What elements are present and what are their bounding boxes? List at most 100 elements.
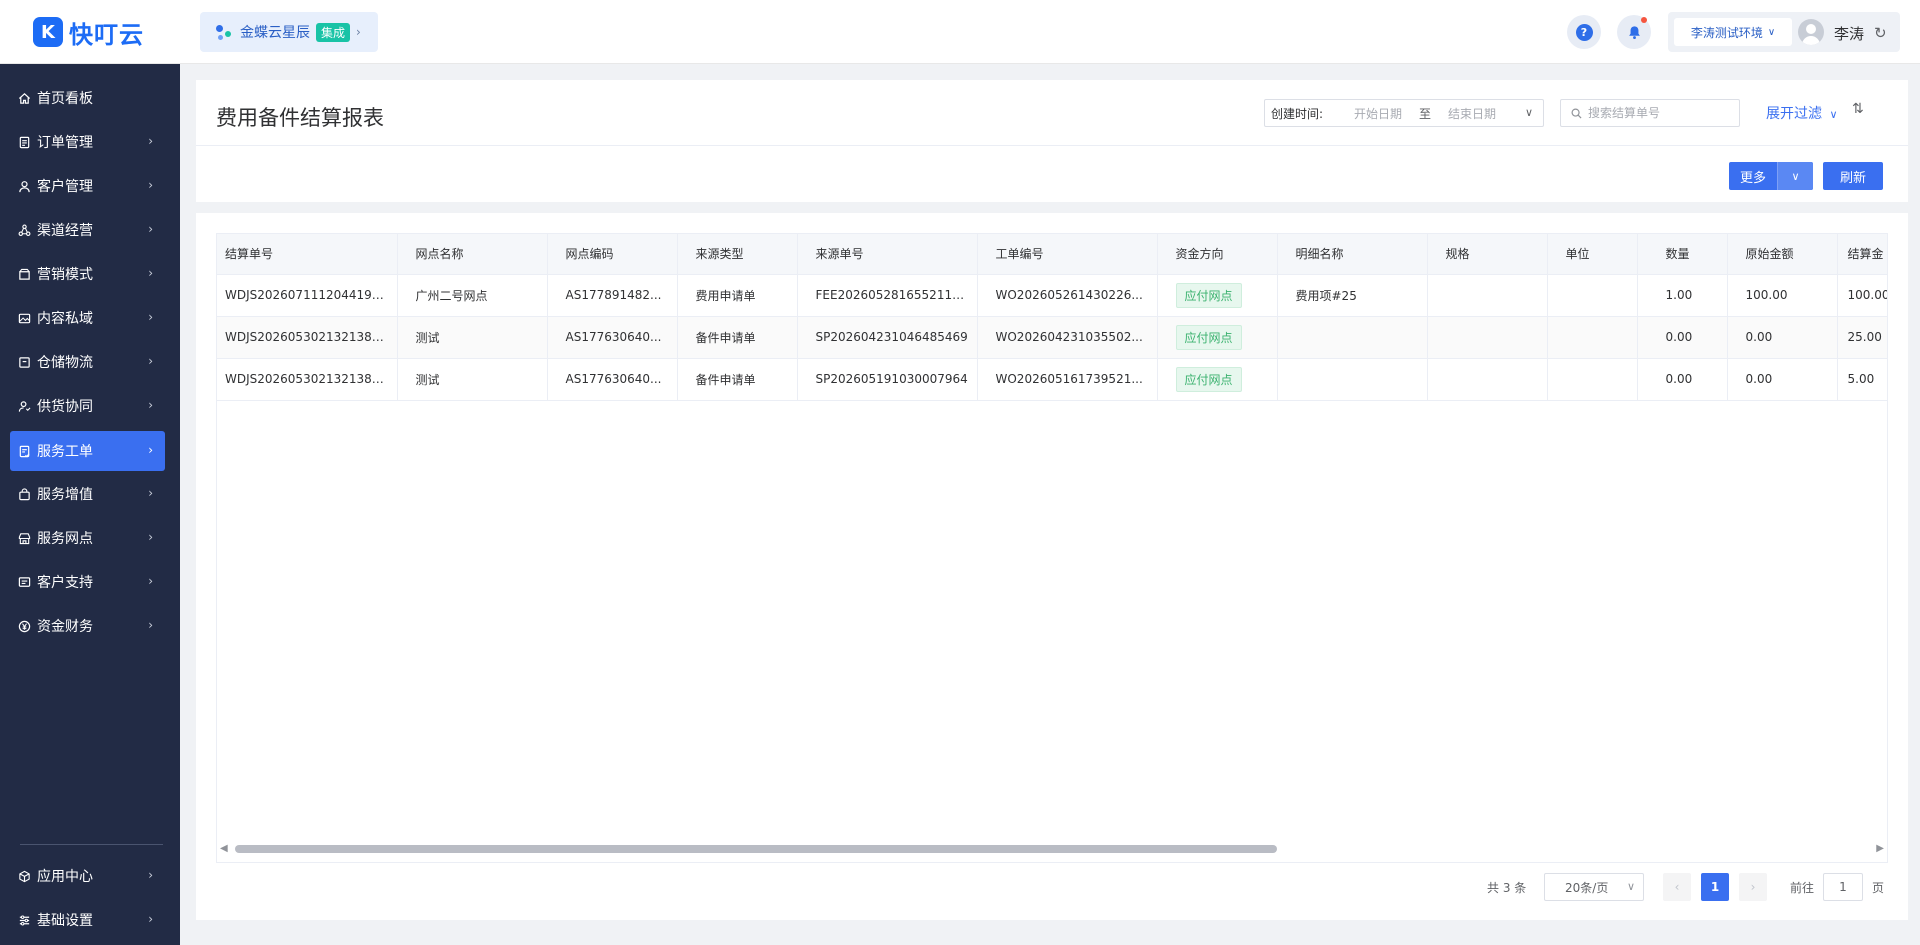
column-header[interactable]: 网点名称	[397, 234, 548, 275]
chevron-right-icon: ›	[148, 354, 153, 368]
column-header[interactable]: 工单编号	[977, 234, 1158, 275]
reload-icon[interactable]: ↻	[1874, 24, 1887, 42]
column-header[interactable]: 来源单号	[797, 234, 978, 275]
table-cell: 费用申请单	[677, 274, 798, 317]
chevron-right-icon: ›	[148, 912, 153, 926]
table-row[interactable]: WDJS202607111204419567 广州二号网点 AS17789148…	[217, 274, 1887, 317]
sidebar-item-label: 营销模式	[37, 267, 93, 283]
table-row[interactable]: WDJS202605302132138628 测试 AS177630640...…	[217, 358, 1887, 401]
refresh-button[interactable]: 刷新	[1823, 162, 1883, 190]
column-header[interactable]: 单位	[1547, 234, 1638, 275]
column-header[interactable]: 原始金额	[1727, 234, 1838, 275]
expand-filter-button[interactable]: 展开过滤 ∨	[1766, 103, 1838, 123]
column-header[interactable]: 来源类型	[677, 234, 798, 275]
kingdee-icon	[214, 22, 234, 42]
marketing-icon	[17, 267, 31, 281]
chevron-right-icon: ›	[148, 530, 153, 544]
bag-icon	[17, 487, 31, 501]
table-cell	[1547, 274, 1638, 317]
table-cell: WO202605161739521...	[977, 358, 1158, 401]
notification-button[interactable]	[1617, 15, 1651, 49]
table-cell: 25.00	[1837, 316, 1887, 359]
end-date-input[interactable]: 结束日期	[1437, 105, 1507, 122]
sidebar-item-content[interactable]: 内容私域 ›	[10, 298, 165, 338]
table-cell: AS177891482...	[547, 274, 678, 317]
page-header-card: 费用备件结算报表 创建时间: 开始日期 至 结束日期 ∨ 展开过滤 ∨ ⇅ 更多…	[196, 80, 1908, 202]
sort-icon[interactable]: ⇅	[1852, 101, 1864, 117]
sidebar-item-label: 基础设置	[37, 913, 93, 929]
warehouse-icon	[17, 355, 31, 369]
sidebar-item-value-added[interactable]: 服务增值 ›	[10, 474, 165, 514]
chevron-down-icon: ∨	[1626, 880, 1635, 893]
sidebar-item-label: 应用中心	[37, 869, 93, 885]
next-page-button[interactable]: ›	[1739, 873, 1767, 901]
sidebar-item-service-points[interactable]: 服务网点 ›	[10, 518, 165, 558]
chevron-right-icon: ›	[148, 134, 153, 148]
user-area: 李涛测试环境 ∨ 李涛 ↻	[1668, 12, 1900, 52]
sidebar-item-orders[interactable]: 订单管理 ›	[10, 122, 165, 162]
page-size-select[interactable]: 20条/页 ∨	[1544, 873, 1644, 901]
sidebar-item-customers[interactable]: 客户管理 ›	[10, 166, 165, 206]
sidebar-item-app-center[interactable]: 应用中心 ›	[10, 856, 165, 896]
avatar[interactable]	[1798, 19, 1824, 45]
search-input[interactable]	[1588, 106, 1728, 120]
search-box[interactable]	[1560, 99, 1740, 127]
table-cell: 0.00	[1637, 358, 1728, 401]
environment-label: 李涛测试环境	[1690, 25, 1763, 40]
column-header[interactable]: 数量	[1637, 234, 1728, 275]
sidebar-item-service-tickets[interactable]: 服务工单 ›	[10, 431, 165, 471]
more-button[interactable]: 更多 ∨	[1729, 162, 1813, 190]
environment-select[interactable]: 李涛测试环境 ∨	[1674, 18, 1792, 46]
page-number-current[interactable]: 1	[1701, 873, 1729, 901]
table-cell: 应付网点	[1157, 316, 1278, 359]
table-header-row: 结算单号 网点名称 网点编码 来源类型 来源单号 工单编号 资金方向 明细名称 …	[217, 234, 1887, 275]
column-header[interactable]: 资金方向	[1157, 234, 1278, 275]
sidebar-item-label: 服务工单	[37, 444, 93, 460]
goto-page-input[interactable]	[1823, 873, 1863, 901]
sidebar-item-channels[interactable]: 渠道经营 ›	[10, 210, 165, 250]
created-date-range[interactable]: 创建时间: 开始日期 至 结束日期 ∨	[1264, 99, 1544, 127]
table-cell: 费用项#25	[1277, 274, 1428, 317]
column-header[interactable]: 结算金	[1837, 234, 1887, 275]
prev-page-button[interactable]: ‹	[1663, 873, 1691, 901]
chevron-down-icon: ∨	[1829, 108, 1838, 121]
sidebar-item-finance[interactable]: 资金财务 ›	[10, 606, 165, 646]
sidebar-item-marketing[interactable]: 营销模式 ›	[10, 254, 165, 294]
table-card: 结算单号 网点名称 网点编码 来源类型 来源单号 工单编号 资金方向 明细名称 …	[196, 213, 1908, 920]
channel-icon	[17, 223, 31, 237]
column-header[interactable]: 明细名称	[1277, 234, 1428, 275]
horizontal-scrollbar[interactable]: ◀ ▶	[216, 842, 1888, 856]
sidebar-item-basic-settings[interactable]: 基础设置 ›	[10, 900, 165, 940]
page-title: 费用备件结算报表	[216, 106, 384, 130]
search-icon	[1571, 108, 1582, 119]
sidebar-item-supply[interactable]: 供货协同 ›	[10, 386, 165, 426]
integration-name: 金蝶云星辰	[240, 25, 310, 41]
table-row[interactable]: WDJS202605302132138628 测试 AS177630640...…	[217, 316, 1887, 359]
sidebar-item-label: 首页看板	[37, 91, 93, 107]
table-cell	[1427, 316, 1548, 359]
column-header[interactable]: 结算单号	[217, 234, 398, 275]
logo-mark-icon: K	[33, 17, 63, 47]
chevron-down-icon[interactable]: ∨	[1777, 162, 1813, 190]
sidebar-item-warehouse[interactable]: 仓储物流 ›	[10, 342, 165, 382]
table-cell: 备件申请单	[677, 358, 798, 401]
username: 李涛	[1834, 25, 1865, 43]
logo[interactable]: K 快叮云	[33, 16, 144, 49]
top-header: K 快叮云 金蝶云星辰 集成 › ? 李涛测试环境 ∨ 李涛 ↻	[0, 0, 1920, 64]
table-cell: FEE2026052816552112...	[797, 274, 978, 317]
sidebar-item-support[interactable]: 客户支持 ›	[10, 562, 165, 602]
scrollbar-thumb[interactable]	[235, 845, 1277, 853]
support-icon	[17, 575, 31, 589]
expand-filter-label: 展开过滤	[1766, 106, 1822, 122]
scroll-left-icon[interactable]: ◀	[220, 843, 228, 854]
start-date-input[interactable]: 开始日期	[1343, 105, 1413, 122]
date-range-label: 创建时间:	[1271, 106, 1324, 121]
column-header[interactable]: 规格	[1427, 234, 1548, 275]
scroll-right-icon[interactable]: ▶	[1876, 843, 1884, 854]
table-cell: WDJS202605302132138628	[217, 358, 398, 401]
ticket-icon	[17, 444, 31, 458]
help-button[interactable]: ?	[1567, 15, 1601, 49]
sidebar-item-dashboard[interactable]: 首页看板	[10, 78, 165, 118]
column-header[interactable]: 网点编码	[547, 234, 678, 275]
integration-chip[interactable]: 金蝶云星辰 集成 ›	[200, 12, 378, 52]
